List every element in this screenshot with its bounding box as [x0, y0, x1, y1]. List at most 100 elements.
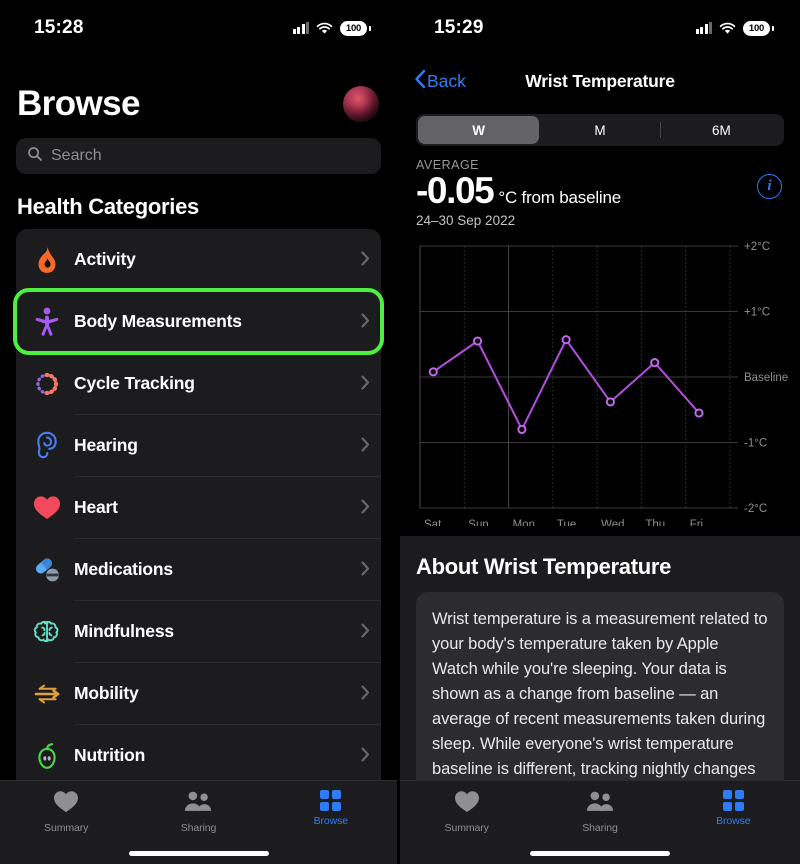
section-title-health-categories: Health Categories	[17, 194, 199, 219]
tab-browse[interactable]: Browse	[265, 790, 397, 827]
profile-avatar[interactable]	[343, 86, 379, 122]
navigation-bar: Back Wrist Temperature	[400, 56, 800, 106]
segment-m[interactable]: M	[539, 116, 661, 144]
category-label: Cycle Tracking	[74, 373, 195, 393]
category-row-activity[interactable]: Activity	[16, 229, 381, 290]
category-row-heart[interactable]: Heart	[16, 477, 381, 538]
chevron-right-icon	[361, 250, 370, 269]
tab-browse[interactable]: Browse	[667, 790, 800, 827]
x-axis-tick-label: Fri	[690, 519, 703, 526]
segment-6m[interactable]: 6M	[661, 116, 782, 144]
body-icon	[30, 307, 64, 336]
category-label: Body Measurements	[74, 311, 242, 331]
apple-icon	[30, 742, 64, 770]
search-icon	[27, 146, 43, 167]
chart-data-point[interactable]	[694, 408, 704, 418]
ear-icon	[30, 431, 64, 460]
info-circle-icon[interactable]: i	[757, 174, 782, 199]
status-indicators: 100	[292, 20, 371, 36]
chart-data-point[interactable]	[517, 424, 527, 434]
x-axis-tick-label: Thu	[645, 519, 665, 526]
x-axis-tick-label: Mon	[513, 519, 535, 526]
page-title: Browse	[17, 84, 140, 123]
x-axis-tick-label: Sun	[468, 519, 488, 526]
y-axis-tick-label: +1°C	[744, 307, 770, 319]
cellular-bars-icon	[695, 22, 712, 34]
tab-label: Summary	[444, 822, 489, 834]
time-range-segmented-control[interactable]: W M 6M	[416, 114, 784, 146]
average-value: -0.05	[416, 170, 495, 211]
category-label: Medications	[74, 559, 173, 579]
y-axis-tick-label: +2°C	[744, 241, 770, 253]
chart-data-point[interactable]	[561, 335, 571, 345]
chart-data-point[interactable]	[428, 367, 438, 377]
grid-icon	[320, 790, 342, 811]
category-row-body-measurements[interactable]: Body Measurements	[13, 288, 384, 355]
average-unit: °C from baseline	[498, 188, 621, 207]
tab-summary[interactable]: Summary	[0, 790, 132, 834]
category-row-hearing[interactable]: Hearing	[16, 415, 381, 476]
chevron-right-icon	[361, 622, 370, 641]
arrows-icon	[30, 682, 64, 706]
browse-screen: 15:28 100 Browse Search Health Categorie…	[0, 0, 400, 864]
people-icon	[183, 790, 213, 818]
browse-header: Browse	[0, 56, 397, 124]
status-bar-left: 15:28 100	[0, 0, 397, 56]
tab-sharing[interactable]: Sharing	[533, 790, 666, 834]
dual-screenshot: 15:28 100 Browse Search Health Categorie…	[0, 0, 800, 864]
status-time: 15:28	[34, 17, 84, 38]
category-row-mobility[interactable]: Mobility	[16, 663, 381, 724]
y-axis-tick-label: -2°C	[744, 503, 767, 515]
tab-summary[interactable]: Summary	[400, 790, 533, 834]
battery-indicator: 100	[743, 20, 774, 36]
segment-w[interactable]: W	[418, 116, 540, 144]
x-axis-tick-label: Tue	[557, 519, 576, 526]
category-row-nutrition[interactable]: Nutrition	[16, 725, 381, 786]
pills-icon	[30, 557, 64, 583]
category-label: Mobility	[74, 683, 139, 703]
chart-data-point[interactable]	[473, 336, 483, 346]
chevron-right-icon	[361, 374, 370, 393]
category-row-cycle-tracking[interactable]: Cycle Tracking	[16, 353, 381, 414]
wifi-icon	[719, 22, 736, 35]
chevron-right-icon	[361, 498, 370, 517]
category-row-medications[interactable]: Medications	[16, 539, 381, 600]
category-label: Mindfulness	[74, 621, 174, 641]
category-row-mindfulness[interactable]: Mindfulness	[16, 601, 381, 662]
y-axis-tick-label: -1°C	[744, 438, 767, 450]
chevron-right-icon	[361, 560, 370, 579]
chart-data-point[interactable]	[605, 397, 615, 407]
category-label: Heart	[74, 497, 118, 517]
x-axis-tick-label: Wed	[601, 519, 624, 526]
about-heading: About Wrist Temperature	[416, 554, 672, 579]
cellular-bars-icon	[292, 22, 309, 34]
average-summary: AVERAGE -0.05 °C from baseline 24–30 Sep…	[400, 146, 800, 228]
status-indicators: 100	[695, 20, 774, 36]
back-button[interactable]: Back	[414, 69, 466, 94]
category-label: Hearing	[74, 435, 138, 455]
wifi-icon	[316, 22, 333, 35]
grid-icon	[722, 790, 744, 811]
battery-indicator: 100	[340, 20, 371, 36]
cycle-icon	[30, 371, 64, 397]
back-button-label: Back	[427, 70, 466, 91]
category-label: Nutrition	[74, 745, 146, 765]
tab-sharing[interactable]: Sharing	[132, 790, 264, 834]
brain-icon	[30, 619, 64, 645]
people-icon	[585, 790, 615, 818]
search-input[interactable]: Search	[16, 138, 381, 174]
chart-line-series	[432, 338, 700, 431]
chevron-left-icon	[414, 69, 426, 94]
heart-icon	[454, 790, 480, 818]
status-bar-right: 15:29 100	[400, 0, 800, 56]
chevron-right-icon	[361, 684, 370, 703]
health-categories-list: Activity Body Measurements Cycle Tracking H…	[13, 229, 384, 786]
search-container: Search	[0, 124, 397, 174]
tab-label: Sharing	[180, 822, 217, 834]
chart-data-point[interactable]	[650, 358, 660, 368]
tab-label: Sharing	[582, 822, 618, 834]
date-range: 24–30 Sep 2022	[416, 213, 516, 228]
home-indicator	[530, 851, 670, 856]
wrist-temperature-screen: 15:29 100 Back Wrist Temperature W M 6M AV…	[400, 0, 800, 864]
wrist-temperature-chart[interactable]: +2°C +1°C Baseline -1°C -2°C Sat Sun Mon Tue Wed T…	[400, 236, 800, 526]
